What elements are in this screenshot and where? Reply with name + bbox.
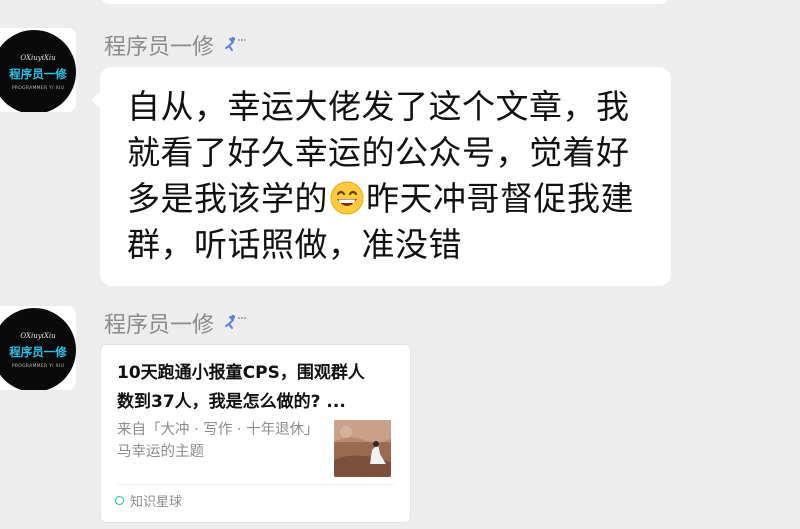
- bubble-tail: [91, 91, 101, 109]
- card-divider: [117, 484, 394, 485]
- avatar-logo: OXiuyiXiu 程序员一修 PROGRAMMER YI XIU: [0, 30, 76, 112]
- avatar-name-text: 程序员一修: [9, 66, 67, 81]
- avatar[interactable]: OXiuyiXiu 程序员一修 PROGRAMMER YI XIU: [0, 306, 76, 390]
- shared-link-card[interactable]: 10天跑通小报童CPS，围观群人数到37人，我是怎么做的? ... 来自「大冲 …: [100, 344, 411, 523]
- message-text: 自从，幸运大佬发了这个文章，我就看了好久幸运的公众号，觉着好多是我该学的 昨天冲…: [127, 84, 653, 268]
- avatar-subtitle-text: PROGRAMMER YI XIU: [11, 363, 65, 369]
- avatar-name-text: 程序员一修: [9, 344, 67, 359]
- message-bubble[interactable]: 自从，幸运大佬发了这个文章，我就看了好久幸运的公众号，觉着好多是我该学的 昨天冲…: [91, 67, 671, 286]
- card-description: 来自「大冲 · 写作 · 十年退休」马幸运的主题: [117, 422, 319, 460]
- member-badge-icon: [222, 36, 247, 54]
- card-title: 10天跑通小报童CPS，围观群人数到37人，我是怎么做的? ...: [117, 363, 365, 412]
- sender-name: 程序员一修: [104, 35, 215, 60]
- avatar[interactable]: OXiuyiXiu 程序员一修 PROGRAMMER YI XIU: [0, 28, 76, 112]
- card-thumbnail-image: [334, 420, 391, 477]
- avatar-logo: OXiuyiXiu 程序员一修 PROGRAMMER YI XIU: [0, 308, 76, 390]
- avatar-subtitle-text: PROGRAMMER YI XIU: [11, 85, 65, 91]
- grinning-face-emoji-icon: [329, 180, 365, 216]
- knowledge-planet-icon: [115, 496, 124, 505]
- sender-line: 程序员一修: [104, 30, 247, 60]
- previous-message-bubble[interactable]: [100, 0, 670, 4]
- sender-name: 程序员一修: [104, 313, 215, 338]
- sender-line: 程序员一修: [104, 308, 247, 338]
- card-source-label: 知识星球: [130, 495, 183, 510]
- member-badge-icon: [222, 314, 247, 332]
- avatar-script-text: OXiuyiXiu: [20, 53, 56, 62]
- avatar-script-text: OXiuyiXiu: [20, 331, 56, 340]
- card-source: 知识星球: [115, 491, 182, 510]
